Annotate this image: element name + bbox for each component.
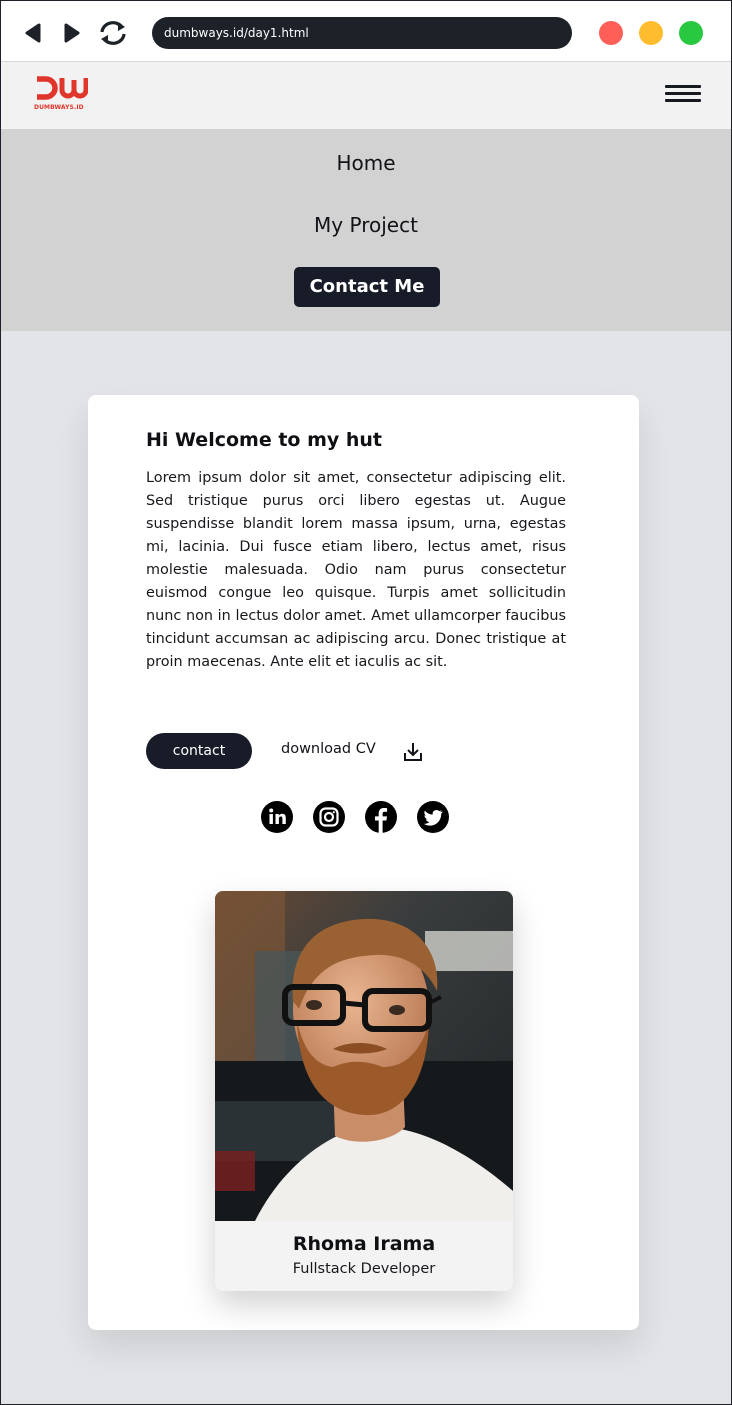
minimize-window-dot[interactable] <box>639 21 663 45</box>
intro-title: Hi Welcome to my hut <box>146 429 383 451</box>
nav-menu: Home My Project Contact Me <box>1 129 731 331</box>
maximize-window-dot[interactable] <box>679 21 703 45</box>
download-icon[interactable] <box>402 741 424 763</box>
profile-role: Fullstack Developer <box>292 1261 436 1277</box>
close-window-dot[interactable] <box>599 21 623 45</box>
logo[interactable]: DUMBWAYS.ID <box>34 76 89 116</box>
contact-me-button[interactable]: Contact Me <box>294 267 440 307</box>
linkedin-icon[interactable] <box>260 800 294 834</box>
nav-project-link[interactable]: My Project <box>1 213 731 237</box>
logo-mark <box>37 76 89 100</box>
facebook-icon[interactable] <box>364 800 398 834</box>
forward-icon[interactable] <box>57 19 87 47</box>
refresh-icon[interactable] <box>96 19 130 47</box>
address-bar[interactable]: dumbways.id/day1.html <box>152 17 572 49</box>
nav-home-link[interactable]: Home <box>1 151 731 175</box>
site-header: DUMBWAYS.ID <box>1 62 731 129</box>
browser-toolbar: dumbways.id/day1.html <box>1 1 731 62</box>
logo-text: DUMBWAYS.ID <box>34 104 84 111</box>
download-cv-link[interactable]: download CV <box>281 741 376 757</box>
browser-window: dumbways.id/day1.html DUMBWAYS.ID Home M… <box>0 0 732 1405</box>
intro-card: Hi Welcome to my hut Lorem ipsum dolor s… <box>88 395 639 1330</box>
back-icon[interactable] <box>18 19 48 47</box>
twitter-icon[interactable] <box>416 800 450 834</box>
hamburger-icon[interactable] <box>665 85 701 107</box>
profile-name: Rhoma Irama <box>292 1233 436 1255</box>
instagram-icon[interactable] <box>312 800 346 834</box>
profile-card: Rhoma Irama Fullstack Developer <box>215 891 513 1291</box>
intro-body: Lorem ipsum dolor sit amet, consectetur … <box>146 470 566 670</box>
profile-photo <box>215 891 513 1221</box>
contact-button[interactable]: contact <box>146 733 252 769</box>
